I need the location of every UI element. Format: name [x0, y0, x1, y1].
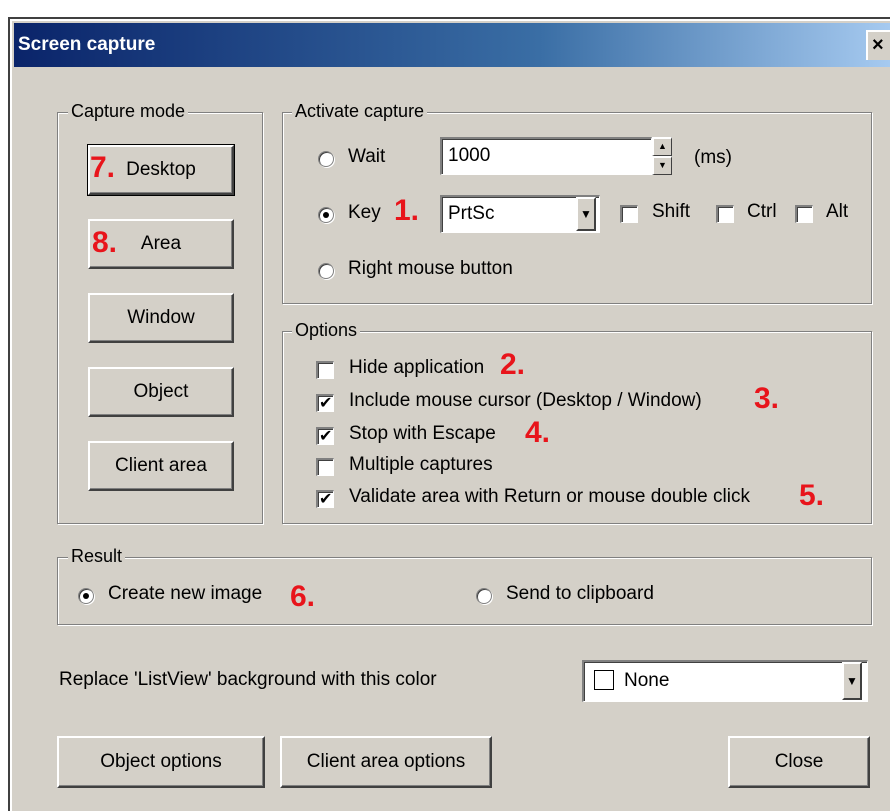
ctrl-label: Ctrl: [747, 201, 777, 222]
wait-radio[interactable]: [318, 151, 334, 167]
listview-color-label: Replace 'ListView' background with this …: [59, 669, 437, 690]
close-button[interactable]: Close: [728, 736, 870, 788]
stop-with-escape-checkbox[interactable]: ✔: [316, 426, 334, 445]
wait-unit-label: (ms): [694, 147, 732, 168]
object-options-button[interactable]: Object options: [57, 736, 265, 788]
alt-checkbox[interactable]: [795, 205, 813, 223]
object-button[interactable]: Object: [88, 367, 234, 417]
right-mouse-radio[interactable]: [318, 263, 334, 279]
close-window-button[interactable]: ×: [866, 30, 890, 60]
area-button-label: Area: [140, 233, 182, 254]
desktop-button-label: Desktop: [126, 159, 196, 180]
chevron-down-icon: ▼: [580, 207, 592, 221]
capture-mode-legend: Capture mode: [68, 101, 189, 122]
wait-label: Wait: [348, 146, 386, 167]
close-button-label: Close: [774, 751, 824, 772]
client-area-options-button[interactable]: Client area options: [280, 736, 492, 788]
shift-checkbox[interactable]: [620, 205, 638, 223]
object-button-label: Object: [133, 381, 189, 402]
annotation-5: 5.: [799, 479, 825, 512]
include-mouse-cursor-checkbox[interactable]: ✔: [316, 393, 334, 412]
chevron-down-icon: ▼: [846, 674, 858, 688]
key-select-arrow[interactable]: ▼: [576, 197, 596, 231]
create-new-image-radio[interactable]: [78, 588, 94, 604]
annotation-2: 2.: [500, 348, 526, 381]
key-radio[interactable]: [318, 207, 334, 223]
checkmark-icon: ✔: [319, 426, 333, 445]
listview-color-value: None: [624, 670, 670, 691]
hide-application-label: Hide application: [349, 357, 485, 378]
wait-input[interactable]: 1000: [440, 137, 652, 175]
send-to-clipboard-radio[interactable]: [476, 588, 492, 604]
stop-with-escape-label: Stop with Escape: [349, 423, 496, 444]
annotation-1: 1.: [394, 194, 420, 227]
window-button-label: Window: [127, 307, 195, 328]
spin-down-button[interactable]: ▼: [652, 156, 672, 175]
client-area-options-label: Client area options: [306, 751, 466, 772]
window-button[interactable]: Window: [88, 293, 234, 343]
annotation-4: 4.: [525, 416, 551, 449]
close-icon: ×: [872, 34, 884, 56]
right-mouse-label: Right mouse button: [348, 258, 513, 279]
options-legend: Options: [292, 320, 361, 341]
annotation-8: 8.: [92, 226, 118, 259]
annotation-3: 3.: [754, 382, 780, 415]
send-to-clipboard-label: Send to clipboard: [506, 583, 654, 604]
hide-application-checkbox[interactable]: [316, 361, 334, 379]
checkmark-icon: ✔: [319, 393, 333, 412]
shift-label: Shift: [652, 201, 691, 222]
client-area-button[interactable]: Client area: [88, 441, 234, 491]
window-title: Screen capture: [18, 34, 156, 55]
key-label: Key: [348, 202, 381, 223]
multiple-captures-checkbox[interactable]: [316, 458, 334, 476]
spin-up-button[interactable]: ▲: [652, 137, 672, 156]
result-legend: Result: [68, 546, 126, 567]
listview-color-select[interactable]: None: [582, 660, 868, 702]
validate-area-label: Validate area with Return or mouse doubl…: [349, 486, 750, 507]
ctrl-checkbox[interactable]: [716, 205, 734, 223]
create-new-image-label: Create new image: [108, 583, 263, 604]
object-options-label: Object options: [100, 751, 222, 772]
checkmark-icon: ✔: [319, 489, 333, 508]
listview-select-arrow[interactable]: ▼: [842, 662, 862, 700]
color-swatch-icon: [594, 670, 614, 690]
activate-capture-legend: Activate capture: [292, 101, 428, 122]
validate-area-checkbox[interactable]: ✔: [316, 489, 334, 508]
key-select-value: PrtSc: [448, 203, 495, 224]
annotation-7: 7.: [90, 151, 116, 184]
client-area-button-label: Client area: [115, 455, 207, 476]
annotation-6: 6.: [290, 580, 316, 613]
alt-label: Alt: [826, 201, 849, 222]
include-mouse-cursor-label: Include mouse cursor (Desktop / Window): [349, 390, 702, 411]
multiple-captures-label: Multiple captures: [349, 454, 493, 475]
